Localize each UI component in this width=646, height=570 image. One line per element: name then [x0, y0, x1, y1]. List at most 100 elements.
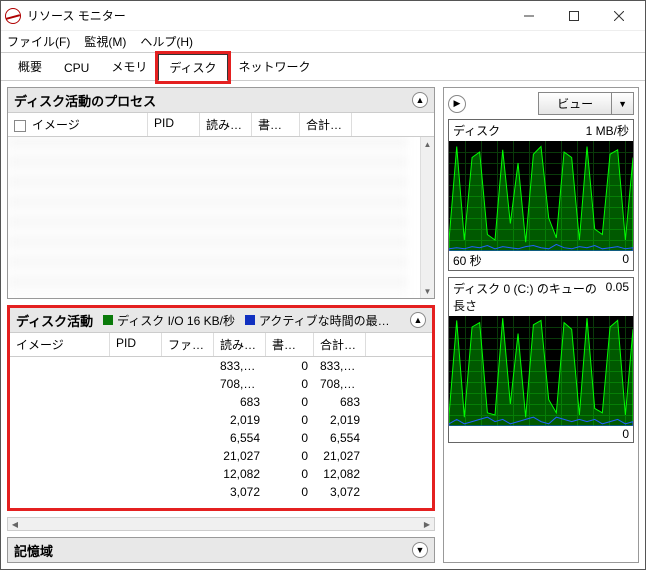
table-row[interactable]: 6830683 — [10, 393, 432, 411]
panel-title: ディスク活動 — [16, 311, 93, 330]
close-button[interactable] — [596, 1, 641, 31]
table-row[interactable]: 21,027021,027 — [10, 447, 432, 465]
cell-write: 0 — [266, 411, 314, 429]
table-row[interactable]: 12,082012,082 — [10, 465, 432, 483]
cell-read: 833,7… — [214, 357, 266, 375]
minimize-button[interactable] — [506, 1, 551, 31]
panel-header-storage[interactable]: 記憶域 ▼ — [8, 538, 434, 562]
cell-write: 0 — [266, 393, 314, 411]
maximize-button[interactable] — [551, 1, 596, 31]
tab-network[interactable]: ネットワーク — [228, 53, 322, 80]
cell-read: 21,027 — [214, 447, 266, 465]
chart-title: ディスク 0 (C:) のキューの長さ — [453, 280, 606, 314]
tabbar: 概要 CPU メモリ ディスク ネットワーク — [1, 53, 645, 81]
col-read[interactable]: 読み取… — [214, 333, 266, 356]
cell-read: 12,082 — [214, 465, 266, 483]
tab-memory[interactable]: メモリ — [100, 53, 158, 80]
chart-x-left: 60 秒 — [453, 252, 482, 269]
collapse-icon[interactable]: ▲ — [412, 92, 428, 108]
tab-disk[interactable]: ディスク — [158, 54, 227, 81]
chart-title: ディスク — [453, 122, 500, 139]
tab-overview[interactable]: 概要 — [7, 53, 53, 80]
view-button[interactable]: ビュー — [538, 92, 612, 115]
tab-cpu[interactable]: CPU — [53, 56, 100, 80]
window-title: リソース モニター — [27, 7, 506, 24]
menubar: ファイル(F) 監視(M) ヘルプ(H) — [1, 31, 645, 53]
col-write[interactable]: 書き込… — [252, 113, 300, 136]
cell-total: 21,027 — [314, 447, 366, 465]
h-scrollbar[interactable]: ◀ ▶ — [7, 517, 435, 531]
chart-disk: ディスク 1 MB/秒 60 秒 0 — [448, 119, 634, 271]
table-row[interactable]: 3,07203,072 — [10, 483, 432, 501]
menu-help[interactable]: ヘルプ(H) — [140, 33, 193, 50]
cell-write: 0 — [266, 375, 314, 393]
checkbox-all[interactable] — [14, 120, 26, 132]
chart-x-right: 0 — [622, 252, 629, 269]
cell-write: 0 — [266, 357, 314, 375]
app-icon — [5, 8, 21, 24]
scroll-up-icon[interactable]: ▲ — [421, 137, 434, 151]
expand-icon[interactable]: ▼ — [412, 542, 428, 558]
cell-write: 0 — [266, 465, 314, 483]
panel-disk-processes: ディスク活動のプロセス ▲ イメージ PID 読み取… 書き込… 合計 (… ▲… — [7, 87, 435, 299]
cell-total: 3,072 — [314, 483, 366, 501]
legend-swatch-blue — [245, 315, 255, 325]
panel-header-processes[interactable]: ディスク活動のプロセス ▲ — [8, 88, 434, 112]
cell-total: 708,8… — [314, 375, 366, 393]
table-header-processes: イメージ PID 読み取… 書き込… 合計 (… — [8, 112, 434, 137]
col-write[interactable]: 書き込… — [266, 333, 314, 356]
table-row[interactable]: 708,8…0708,8… — [10, 375, 432, 393]
col-total[interactable]: 合計 (… — [300, 113, 352, 136]
cell-read: 683 — [214, 393, 266, 411]
titlebar: リソース モニター — [1, 1, 645, 31]
panel-title: 記憶域 — [14, 541, 53, 560]
chevron-down-icon[interactable]: ▼ — [612, 92, 634, 115]
cell-write: 0 — [266, 483, 314, 501]
chart-scale: 0.05 — [606, 280, 629, 314]
menu-monitor[interactable]: 監視(M) — [84, 33, 126, 50]
sidebar-collapse-icon[interactable]: ▶ — [448, 95, 466, 113]
table-row[interactable]: 2,01902,019 — [10, 411, 432, 429]
view-dropdown[interactable]: ビュー ▼ — [538, 92, 634, 115]
col-total[interactable]: 合計 (… — [314, 333, 366, 356]
col-read[interactable]: 読み取… — [200, 113, 252, 136]
col-image[interactable]: イメージ — [10, 333, 110, 356]
scrollbar[interactable]: ▲ ▼ — [420, 137, 434, 298]
cell-write: 0 — [266, 447, 314, 465]
cell-read: 2,019 — [214, 411, 266, 429]
legend-active: アクティブな時間の最… — [259, 312, 390, 329]
collapse-icon[interactable]: ▲ — [410, 312, 426, 328]
charts-sidebar: ▶ ビュー ▼ ディスク1 MB/秒60 秒0ディスク 0 (C:) のキューの… — [443, 87, 639, 563]
scroll-left-icon[interactable]: ◀ — [8, 517, 22, 531]
cell-total: 6,554 — [314, 429, 366, 447]
col-pid[interactable]: PID — [110, 333, 162, 356]
col-file[interactable]: ファイル — [162, 333, 214, 356]
col-image[interactable]: イメージ — [8, 113, 148, 136]
panel-header-activity[interactable]: ディスク活動 ディスク I/O 16 KB/秒 アクティブな時間の最… ▲ — [10, 308, 432, 332]
chart-disk0-queue: ディスク 0 (C:) のキューの長さ0.05 0 — [448, 277, 634, 443]
cell-total: 833,7… — [314, 357, 366, 375]
legend-swatch-green — [103, 315, 113, 325]
table-row[interactable]: 833,7…0833,7… — [10, 357, 432, 375]
panel-storage: 記憶域 ▼ — [7, 537, 435, 563]
panel-disk-activity: ディスク活動 ディスク I/O 16 KB/秒 アクティブな時間の最… ▲ イメ… — [7, 305, 435, 511]
legend-io: ディスク I/O 16 KB/秒 — [117, 312, 235, 329]
cell-read: 708,8… — [214, 375, 266, 393]
scroll-down-icon[interactable]: ▼ — [421, 284, 434, 298]
cell-write: 0 — [266, 429, 314, 447]
chart-x-right: 0 — [622, 427, 629, 441]
menu-file[interactable]: ファイル(F) — [7, 33, 70, 50]
table-body-activity: 833,7…0833,7…708,8…0708,8…68306832,01902… — [10, 357, 432, 508]
cell-read: 6,554 — [214, 429, 266, 447]
cell-read: 3,072 — [214, 483, 266, 501]
panel-title: ディスク活動のプロセス — [14, 91, 156, 110]
table-body-processes: ▲ ▼ — [8, 137, 434, 298]
cell-total: 2,019 — [314, 411, 366, 429]
cell-total: 683 — [314, 393, 366, 411]
table-header-activity: イメージ PID ファイル 読み取… 書き込… 合計 (… — [10, 332, 432, 357]
table-row[interactable]: 6,55406,554 — [10, 429, 432, 447]
scroll-right-icon[interactable]: ▶ — [420, 517, 434, 531]
cell-total: 12,082 — [314, 465, 366, 483]
col-pid[interactable]: PID — [148, 113, 200, 136]
chart-scale: 1 MB/秒 — [586, 122, 629, 139]
